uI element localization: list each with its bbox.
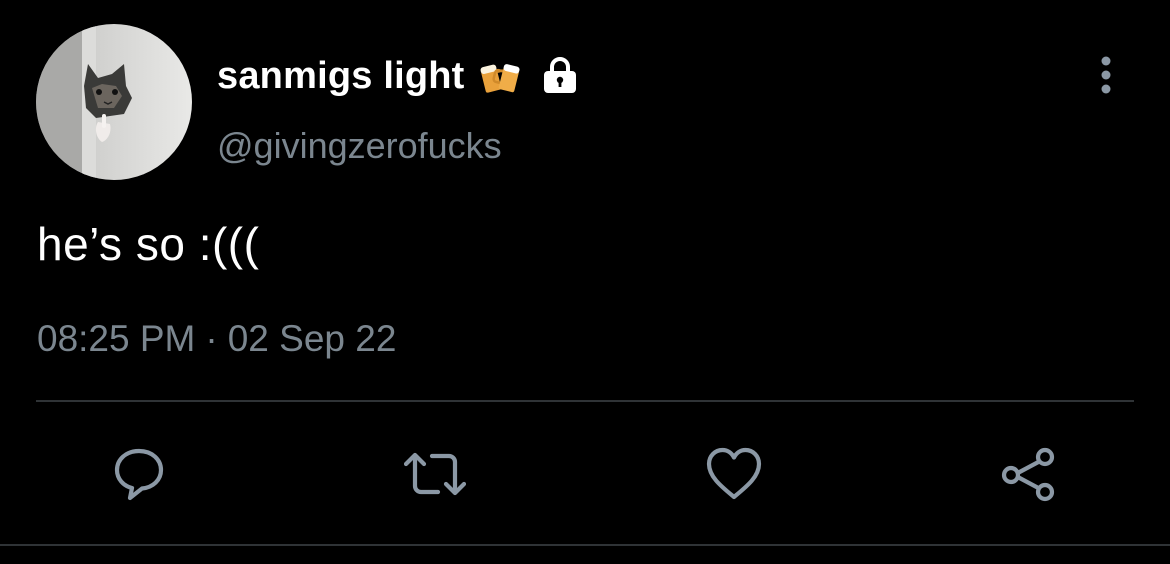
reply-icon bbox=[114, 448, 164, 501]
author-display-name[interactable]: sanmigs light bbox=[217, 55, 465, 98]
reply-button[interactable] bbox=[108, 444, 170, 504]
bottom-divider bbox=[0, 544, 1170, 546]
timestamp-separator: · bbox=[205, 318, 218, 359]
tweet-time: 08:25 PM bbox=[37, 318, 196, 359]
lock-icon bbox=[543, 57, 576, 93]
heart-icon bbox=[706, 447, 762, 500]
retweet-button[interactable] bbox=[403, 444, 467, 504]
tweet-timestamp[interactable]: 08:25 PM · 02 Sep 22 bbox=[37, 318, 396, 360]
author-handle[interactable]: @givingzerofucks bbox=[217, 125, 502, 167]
tweet-date: 02 Sep 22 bbox=[227, 318, 397, 359]
beer-mugs-emoji-icon bbox=[480, 64, 520, 93]
tweet-text: he’s so :((( bbox=[37, 218, 260, 270]
retweet-icon bbox=[403, 452, 467, 496]
avatar-image bbox=[36, 24, 192, 180]
divider bbox=[36, 400, 1134, 402]
share-icon bbox=[1001, 447, 1055, 502]
more-vertical-icon bbox=[1101, 56, 1111, 94]
author-name-row: sanmigs light bbox=[217, 50, 581, 102]
tweet-detail: sanmigs light @givingzerofucks he’s so:… bbox=[0, 0, 1170, 564]
more-options-button[interactable] bbox=[1088, 52, 1124, 98]
avatar[interactable] bbox=[36, 24, 192, 180]
like-button[interactable] bbox=[703, 444, 765, 504]
share-button[interactable] bbox=[998, 444, 1060, 504]
